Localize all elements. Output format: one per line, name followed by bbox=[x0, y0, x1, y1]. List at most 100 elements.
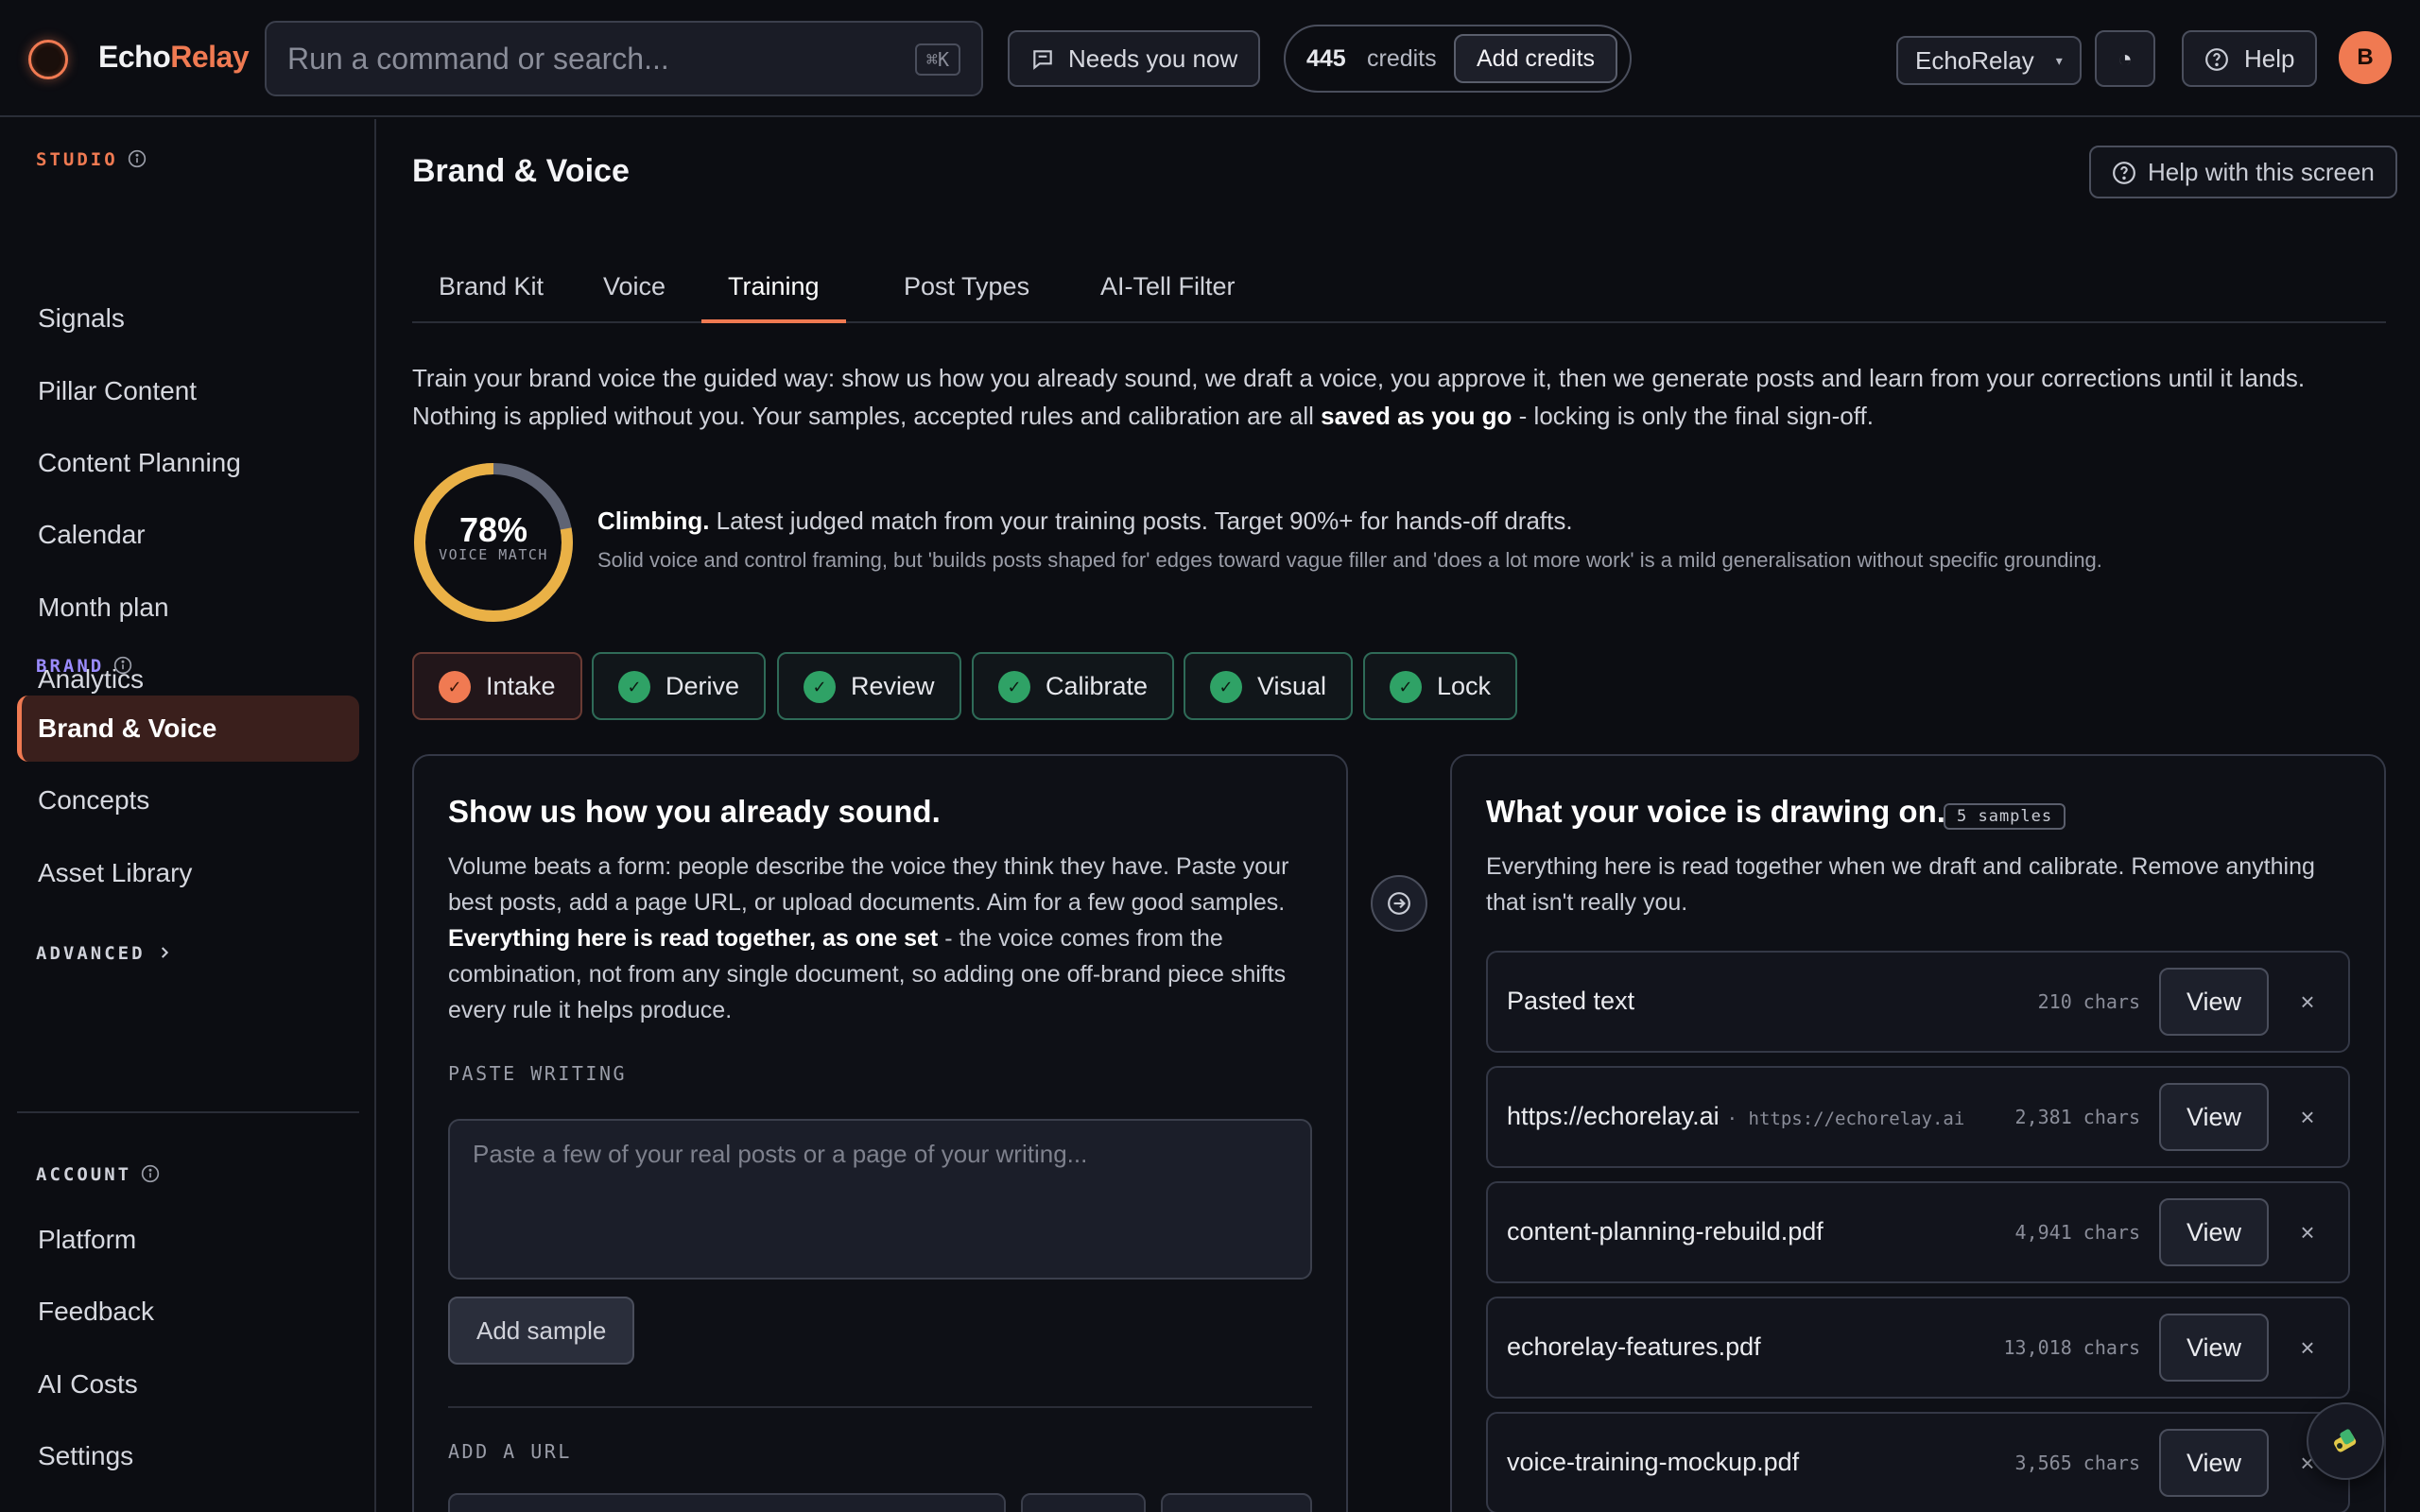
check-icon: ✓ bbox=[618, 671, 650, 703]
view-sample-button[interactable]: View bbox=[2159, 968, 2269, 1036]
page-title: Brand & Voice bbox=[412, 153, 630, 189]
view-sample-button[interactable]: View bbox=[2159, 1314, 2269, 1382]
drawing-on-card: What your voice is drawing on. 5 samples… bbox=[1450, 754, 2386, 1512]
sidebar-item-signals[interactable]: Signals bbox=[17, 285, 359, 352]
sidebar-item-feedback[interactable]: Feedback bbox=[17, 1279, 359, 1345]
step-review[interactable]: ✓ Review bbox=[777, 652, 961, 720]
sample-title: Pasted text bbox=[1507, 987, 1635, 1015]
app-logo[interactable]: EchoRelay bbox=[98, 40, 250, 75]
samples-count-badge: 5 samples bbox=[1944, 803, 2066, 830]
check-icon: ✓ bbox=[998, 671, 1030, 703]
step-label: Lock bbox=[1437, 672, 1492, 700]
sidebar-item-calendar[interactable]: Calendar bbox=[17, 502, 359, 568]
sidebar-item-pillar-content[interactable]: Pillar Content bbox=[17, 358, 359, 424]
remove-sample-icon[interactable]: × bbox=[2293, 981, 2322, 1022]
sample-char-count: 4,941 chars bbox=[2014, 1221, 2140, 1244]
sidebar-section-advanced[interactable]: ADVANCED bbox=[36, 943, 172, 967]
step-label: Review bbox=[851, 672, 935, 700]
message-icon bbox=[1033, 50, 1052, 70]
intake-description: Volume beats a form: people describe the… bbox=[448, 849, 1318, 1028]
view-sample-button[interactable]: View bbox=[2159, 1083, 2269, 1151]
needs-you-now-button[interactable]: Needs you now bbox=[1008, 30, 1261, 87]
sidebar-section-studio: STUDIO bbox=[36, 149, 147, 173]
logo-icon bbox=[28, 40, 68, 79]
advanced-label: ADVANCED bbox=[36, 943, 146, 964]
voice-match-value: 78% bbox=[458, 510, 528, 549]
sidebar-item-platform[interactable]: Platform bbox=[17, 1207, 359, 1273]
help-circle-icon bbox=[2205, 48, 2228, 71]
sidebar-section-account: ACCOUNT bbox=[36, 1164, 160, 1188]
help-with-screen-button[interactable]: Help with this screen bbox=[2089, 146, 2397, 198]
sample-char-count: 2,381 chars bbox=[2014, 1106, 2140, 1128]
sidebar-item-concepts[interactable]: Concepts bbox=[17, 767, 359, 833]
sample-title: echorelay-features.pdf bbox=[1507, 1332, 1761, 1361]
add-sample-button[interactable]: Add sample bbox=[448, 1297, 635, 1365]
check-icon: ✓ bbox=[439, 671, 471, 703]
step-derive[interactable]: ✓ Derive bbox=[592, 652, 767, 720]
arrow-right-button[interactable] bbox=[1371, 875, 1427, 932]
step-label: Calibrate bbox=[1046, 672, 1149, 700]
usage-timer-button[interactable]: ◔ bbox=[2095, 30, 2155, 87]
sample-row: Pasted text 210 chars View × bbox=[1486, 951, 2350, 1053]
tab-training[interactable]: Training bbox=[701, 261, 846, 323]
user-avatar[interactable]: B bbox=[2339, 31, 2392, 84]
help-button[interactable]: Help bbox=[2182, 30, 2318, 87]
upload-button[interactable] bbox=[1161, 1493, 1312, 1512]
credits-label: credits bbox=[1367, 45, 1437, 72]
remove-sample-icon[interactable]: × bbox=[2293, 1211, 2322, 1253]
step-calibrate[interactable]: ✓ Calibrate bbox=[972, 652, 1175, 720]
sample-title: content-planning-rebuild.pdf bbox=[1507, 1217, 1824, 1246]
add-url-label: ADD A URL bbox=[448, 1440, 572, 1463]
info-icon[interactable] bbox=[128, 149, 147, 173]
sidebar-item-settings[interactable]: Settings bbox=[17, 1423, 359, 1489]
paste-writing-textarea[interactable] bbox=[448, 1119, 1312, 1280]
studio-label: STUDIO bbox=[36, 149, 118, 170]
training-intro: Train your brand voice the guided way: s… bbox=[412, 359, 2388, 435]
tab-post-types[interactable]: Post Types bbox=[877, 261, 1056, 323]
assistant-fab-button[interactable] bbox=[2307, 1402, 2384, 1480]
sidebar-item-month-plan[interactable]: Month plan bbox=[17, 575, 359, 641]
credits-count: 445 bbox=[1306, 45, 1346, 72]
step-label: Derive bbox=[666, 672, 740, 700]
sidebar-item-content-planning[interactable]: Content Planning bbox=[17, 430, 359, 496]
sample-row: content-planning-rebuild.pdf 4,941 chars… bbox=[1486, 1181, 2350, 1283]
sidebar-divider bbox=[17, 1111, 359, 1113]
sidebar-item-ai-costs[interactable]: AI Costs bbox=[17, 1351, 359, 1418]
voice-match-summary: Latest judged match from your training p… bbox=[709, 507, 1573, 535]
add-credits-button[interactable]: Add credits bbox=[1454, 34, 1618, 83]
view-sample-button[interactable]: View bbox=[2159, 1198, 2269, 1266]
url-input[interactable] bbox=[448, 1493, 1006, 1512]
check-icon: ✓ bbox=[804, 671, 836, 703]
info-icon[interactable] bbox=[141, 1164, 160, 1188]
tab-ai-tell-filter[interactable]: AI-Tell Filter bbox=[1074, 261, 1262, 323]
sample-row: https://echorelay.ai · https://echorelay.… bbox=[1486, 1066, 2350, 1168]
needs-you-now-label: Needs you now bbox=[1068, 44, 1238, 73]
help-label: Help bbox=[2244, 44, 2295, 73]
remove-sample-icon[interactable]: × bbox=[2293, 1327, 2322, 1368]
sidebar-item-brand-voice[interactable]: Brand & Voice bbox=[17, 696, 359, 762]
step-lock[interactable]: ✓ Lock bbox=[1363, 652, 1518, 720]
sample-char-count: 13,018 chars bbox=[2003, 1336, 2141, 1359]
chevron-down-icon: ▾ bbox=[2055, 53, 2063, 68]
arrow-right-icon bbox=[1388, 892, 1410, 915]
remove-sample-icon[interactable]: × bbox=[2293, 1096, 2322, 1138]
step-intake[interactable]: ✓ Intake bbox=[412, 652, 582, 720]
view-sample-button[interactable]: View bbox=[2159, 1429, 2269, 1497]
account-label: ACCOUNT bbox=[36, 1164, 132, 1185]
sample-url: · https://echorelay.ai bbox=[1726, 1108, 1965, 1129]
add-url-button[interactable] bbox=[1021, 1493, 1146, 1512]
search-input[interactable] bbox=[287, 23, 855, 94]
intro-text-bold: saved as you go bbox=[1321, 402, 1512, 430]
tab-brand-kit[interactable]: Brand Kit bbox=[412, 261, 570, 323]
command-search[interactable]: ⌘K bbox=[265, 21, 983, 96]
sidebar-item-asset-library[interactable]: Asset Library bbox=[17, 840, 359, 906]
check-icon: ✓ bbox=[1210, 671, 1242, 703]
sidebar-section-brand: BRAND bbox=[36, 656, 132, 679]
info-icon[interactable] bbox=[113, 656, 132, 679]
sample-name: echorelay-features.pdf bbox=[1507, 1332, 1769, 1362]
brand-label: BRAND bbox=[36, 656, 105, 677]
step-visual[interactable]: ✓ Visual bbox=[1184, 652, 1354, 720]
workspace-switcher[interactable]: EchoRelay ▾ bbox=[1896, 36, 2082, 85]
card-divider bbox=[448, 1406, 1312, 1408]
tab-voice[interactable]: Voice bbox=[577, 261, 692, 323]
